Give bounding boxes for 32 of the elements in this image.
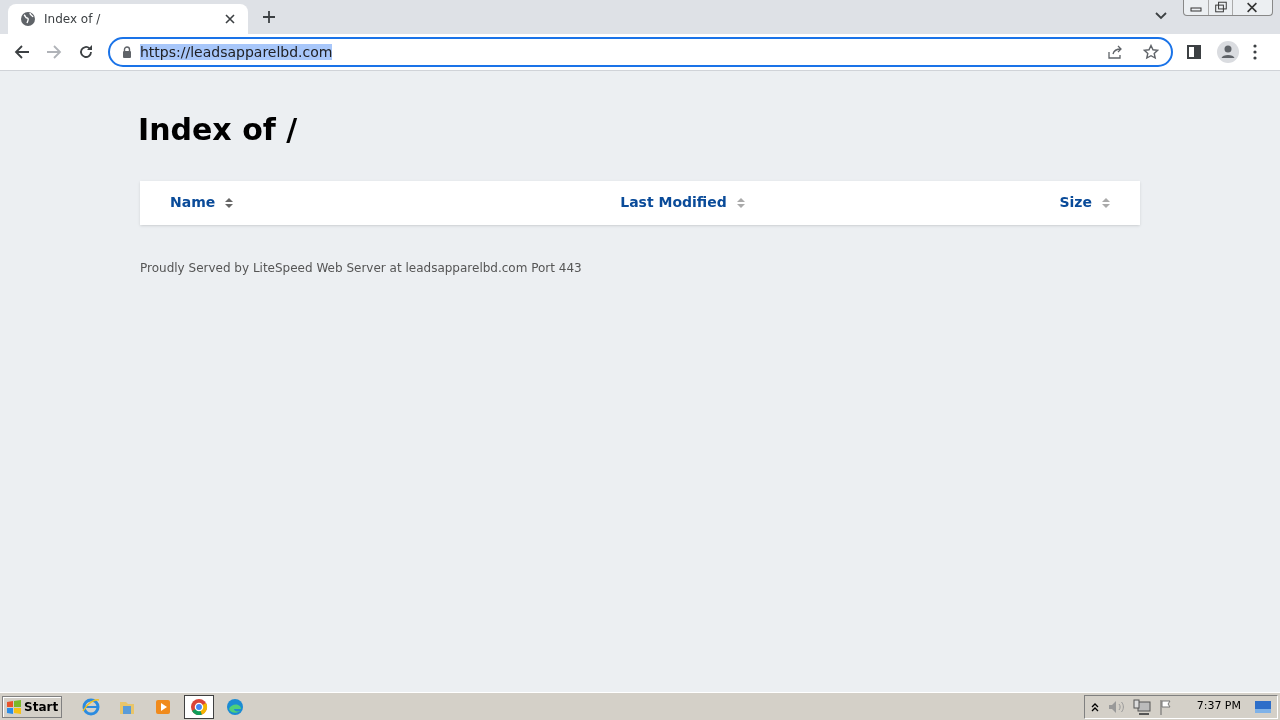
column-header[interactable]: Size [1059, 192, 1092, 213]
side-panel-icon[interactable] [1187, 45, 1201, 59]
reload-icon[interactable] [78, 44, 94, 60]
address-bar[interactable]: https://leadsapparelbd.com [108, 37, 1173, 67]
taskbar-app-button[interactable] [184, 694, 215, 719]
close-icon[interactable] [224, 13, 236, 25]
url-text: https://leadsapparelbd.com [140, 42, 334, 62]
browser-tab[interactable]: Index of / [8, 4, 248, 34]
globe-icon [20, 11, 36, 27]
back-arrow-icon[interactable] [14, 44, 30, 60]
chevron-down-icon[interactable] [1155, 12, 1167, 20]
menu-icon[interactable] [1253, 44, 1257, 60]
new-tab-icon[interactable] [262, 10, 276, 24]
column-header[interactable]: Last Modified [620, 192, 727, 213]
windows-flag-icon [6, 699, 22, 714]
chevron-up-icon[interactable] [1090, 701, 1099, 712]
network-icon[interactable] [1132, 698, 1151, 715]
start-button[interactable]: Start [2, 695, 63, 718]
column-header[interactable]: Name [170, 192, 216, 213]
chrome-icon [189, 696, 210, 717]
sort-icon[interactable] [225, 196, 234, 209]
share-icon[interactable] [1107, 44, 1123, 60]
server-footer: Proudly Served by LiteSpeed Web Server at leadsapparelbd.com Port 443 [140, 258, 1140, 277]
clock: 7:37 PM [1196, 698, 1241, 715]
edge-icon [225, 696, 246, 717]
ie-icon [81, 696, 102, 717]
profile-icon[interactable] [1217, 41, 1239, 63]
lock-icon [122, 46, 132, 58]
show-desktop-icon[interactable] [1255, 699, 1271, 714]
tab-title: Index of / [44, 11, 102, 28]
page-heading: Index of / [138, 111, 299, 149]
star-icon[interactable] [1143, 44, 1159, 60]
